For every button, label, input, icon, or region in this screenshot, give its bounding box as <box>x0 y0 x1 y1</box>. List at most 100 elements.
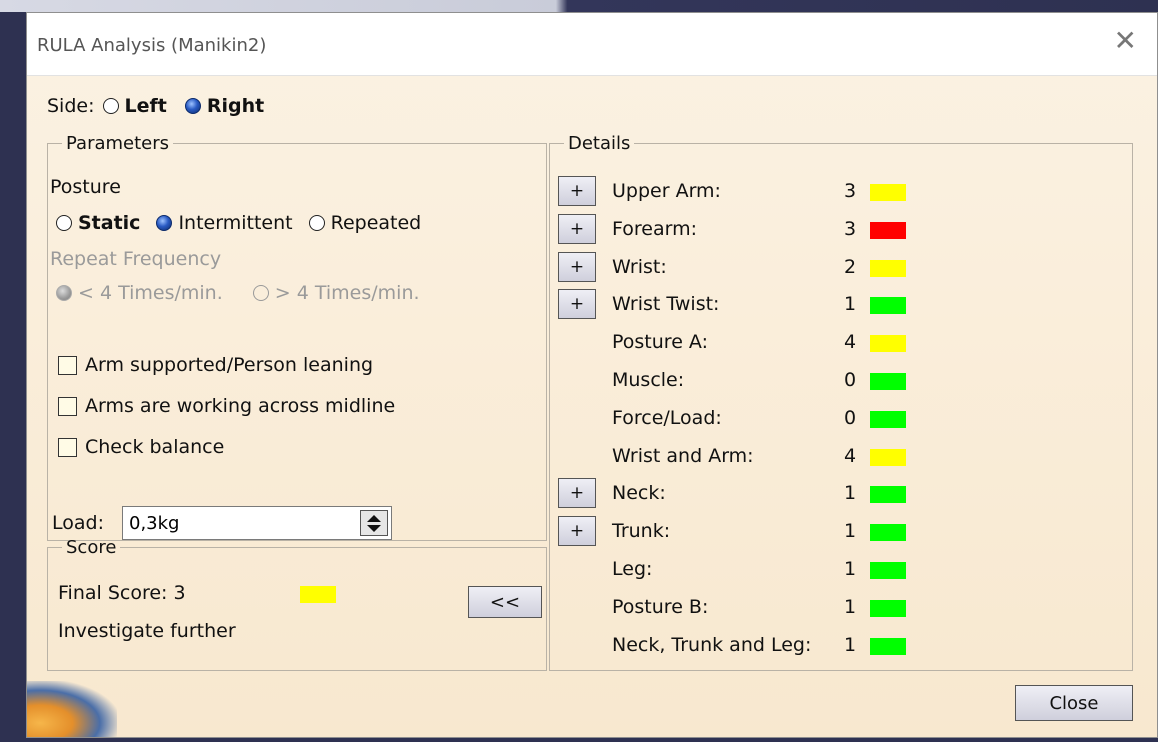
detail-value: 3 <box>844 218 857 240</box>
detail-value: 1 <box>844 634 857 656</box>
detail-label: Posture A: <box>612 331 708 353</box>
detail-row: + Wrist Twist: 1 <box>550 289 1130 321</box>
expand-button[interactable]: + <box>558 176 596 206</box>
side-selector: Side: Left Right <box>47 95 264 117</box>
close-button[interactable]: Close <box>1015 685 1133 721</box>
check-balance-label: Check balance <box>85 436 225 458</box>
detail-value: 4 <box>844 331 857 353</box>
desktop-background <box>0 0 1158 12</box>
detail-color-swatch <box>870 486 906 503</box>
detail-value: 0 <box>844 407 857 429</box>
repeat-less-label: < 4 Times/min. <box>78 282 223 304</box>
detail-label: Muscle: <box>612 369 685 391</box>
detail-color-swatch <box>870 411 906 428</box>
arm-supported-label: Arm supported/Person leaning <box>85 354 374 376</box>
detail-color-swatch <box>870 562 906 579</box>
detail-label: Forearm: <box>612 218 697 240</box>
window-title: RULA Analysis (Manikin2) <box>37 35 267 56</box>
expand-button[interactable]: + <box>558 478 596 508</box>
posture-options: Static Intermittent Repeated <box>48 212 421 234</box>
detail-row: Muscle: 0 <box>550 365 1130 397</box>
posture-intermittent-radio[interactable] <box>156 215 173 231</box>
detail-value: 1 <box>844 293 857 315</box>
score-group: Score Final Score: 3 Investigate further… <box>47 537 547 671</box>
detail-row: + Neck: 1 <box>550 478 1130 510</box>
detail-value: 4 <box>844 445 857 467</box>
detail-value: 2 <box>844 256 857 278</box>
detail-color-swatch <box>870 638 906 655</box>
score-message: Investigate further <box>58 620 236 642</box>
detail-row: Neck, Trunk and Leg: 1 <box>550 630 1130 662</box>
detail-row: Force/Load: 0 <box>550 403 1130 435</box>
detail-value: 1 <box>844 482 857 504</box>
repeat-less-radio[interactable] <box>56 285 72 301</box>
detail-row: + Trunk: 1 <box>550 516 1130 548</box>
detail-value: 0 <box>844 369 857 391</box>
expand-button[interactable]: + <box>558 252 596 282</box>
expand-button[interactable]: + <box>558 289 596 319</box>
final-score-swatch <box>300 586 336 603</box>
side-left-radio[interactable] <box>102 98 119 114</box>
catia-logo-icon <box>27 681 117 737</box>
load-spinner[interactable] <box>360 510 388 536</box>
arm-supported-checkbox-row[interactable]: Arm supported/Person leaning <box>58 354 373 376</box>
expand-button[interactable]: + <box>558 214 596 244</box>
detail-color-swatch <box>870 222 906 239</box>
parameters-legend: Parameters <box>66 133 170 154</box>
check-balance-checkbox[interactable] <box>58 437 77 457</box>
detail-row: + Forearm: 3 <box>550 214 1130 246</box>
arm-supported-checkbox[interactable] <box>58 355 77 375</box>
repeat-frequency-label: Repeat Frequency <box>50 248 222 270</box>
spinner-up-icon[interactable] <box>367 514 381 522</box>
spinner-down-icon[interactable] <box>367 524 381 532</box>
parameters-group: Parameters Posture Static Intermittent R… <box>47 133 547 541</box>
posture-repeated-radio[interactable] <box>308 215 325 231</box>
final-score-label: Final Score: 3 <box>58 582 186 604</box>
detail-color-swatch <box>870 600 906 617</box>
detail-row: + Wrist: 2 <box>550 252 1130 284</box>
midline-checkbox[interactable] <box>58 396 77 416</box>
posture-static-label: Static <box>78 212 141 234</box>
detail-color-swatch <box>870 260 906 277</box>
detail-row: + Upper Arm: 3 <box>550 176 1130 208</box>
detail-color-swatch <box>870 449 906 466</box>
detail-label: Wrist: <box>612 256 667 278</box>
detail-value: 1 <box>844 520 857 542</box>
load-label: Load: <box>52 512 104 534</box>
repeat-frequency-options: < 4 Times/min. > 4 Times/min. <box>48 282 420 304</box>
rula-analysis-dialog: RULA Analysis (Manikin2) ✕ Side: Left Ri… <box>26 12 1158 738</box>
detail-color-swatch <box>870 373 906 390</box>
side-right-label: Right <box>206 95 265 117</box>
detail-label: Wrist and Arm: <box>612 445 754 467</box>
side-label: Side: <box>47 95 95 117</box>
detail-label: Leg: <box>612 558 653 580</box>
detail-label: Trunk: <box>612 520 671 542</box>
detail-row: Posture B: 1 <box>550 592 1130 624</box>
detail-label: Force/Load: <box>612 407 722 429</box>
side-left-label: Left <box>124 95 167 117</box>
side-right-radio[interactable] <box>184 98 201 114</box>
detail-label: Posture B: <box>612 596 709 618</box>
detail-color-swatch <box>870 184 906 201</box>
details-legend: Details <box>568 133 631 154</box>
expand-button[interactable]: + <box>558 516 596 546</box>
repeat-more-label: > 4 Times/min. <box>274 282 420 304</box>
posture-label: Posture <box>50 176 121 198</box>
repeat-more-radio[interactable] <box>252 285 269 301</box>
posture-intermittent-label: Intermittent <box>178 212 293 234</box>
posture-static-radio[interactable] <box>56 215 72 231</box>
detail-row: Wrist and Arm: 4 <box>550 441 1130 473</box>
detail-label: Wrist Twist: <box>612 293 720 315</box>
close-icon[interactable]: ✕ <box>1114 27 1137 55</box>
detail-color-swatch <box>870 524 906 541</box>
detail-color-swatch <box>870 297 906 314</box>
collapse-button[interactable]: << <box>468 586 542 618</box>
detail-value: 1 <box>844 596 857 618</box>
midline-checkbox-row[interactable]: Arms are working across midline <box>58 395 395 417</box>
midline-label: Arms are working across midline <box>85 395 396 417</box>
detail-color-swatch <box>870 335 906 352</box>
load-input[interactable] <box>122 506 392 540</box>
detail-row: Posture A: 4 <box>550 327 1130 359</box>
check-balance-checkbox-row[interactable]: Check balance <box>58 436 224 458</box>
detail-label: Neck: <box>612 482 666 504</box>
